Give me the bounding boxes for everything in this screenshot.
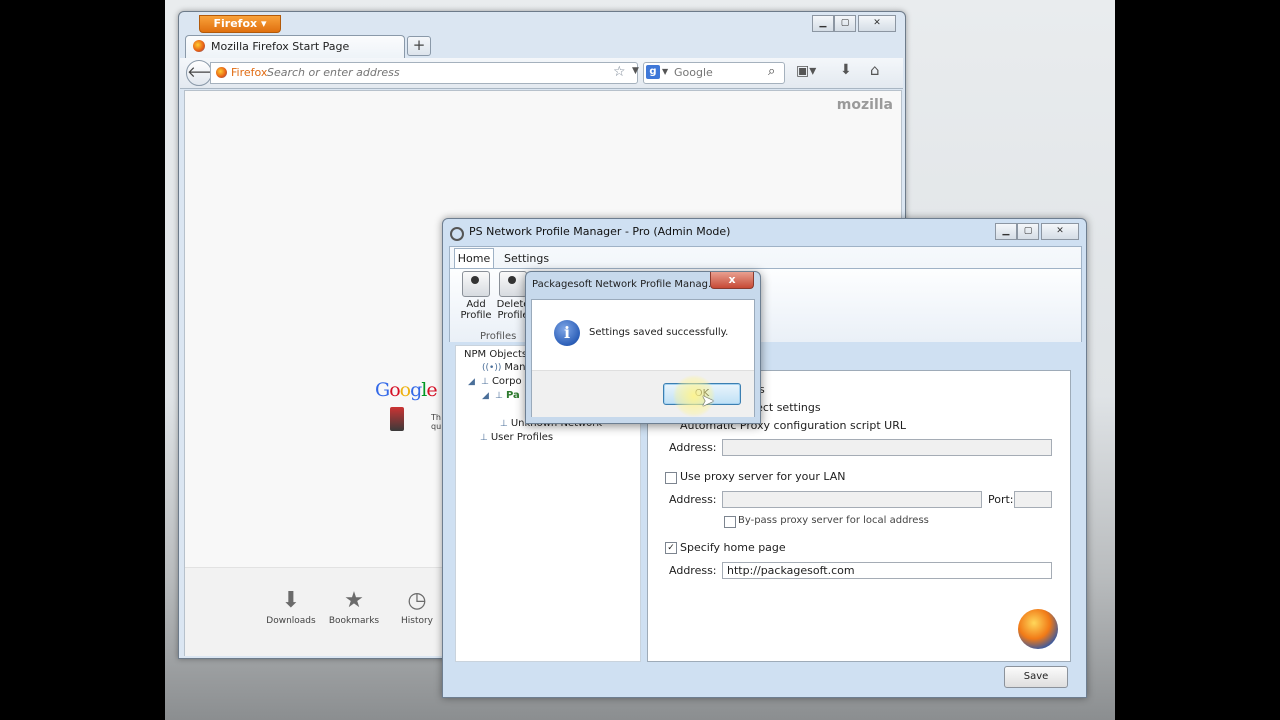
desktop: Firefox ▾ ▁ ▢ ✕ Mozilla Firefox Start Pa… — [165, 0, 1115, 720]
launcher-downloads[interactable]: ⬇ Downloads — [256, 588, 326, 626]
dialog-title: Packagesoft Network Profile Manag... — [532, 279, 712, 290]
message-dialog: Packagesoft Network Profile Manag... x i… — [525, 271, 761, 424]
use-proxy-label[interactable]: Use proxy server for your LAN — [680, 470, 846, 483]
mozilla-brand: mozilla — [836, 97, 893, 113]
script-address-label: Address: — [669, 441, 717, 454]
chevron-down-icon[interactable]: ▼ — [632, 66, 639, 76]
port-label: Port: — [988, 493, 1014, 506]
close-button[interactable]: ✕ — [1041, 223, 1079, 240]
tree-item-profile[interactable]: ◢ ⊥ Pa — [482, 390, 520, 401]
add-profile-label: Add Profile — [460, 299, 492, 321]
bypass-checkbox[interactable] — [724, 516, 736, 528]
home-icon[interactable]: ⌂ — [870, 61, 880, 79]
dialog-message: Settings saved successfully. — [589, 327, 729, 338]
launcher-bookmarks[interactable]: ★ Bookmarks — [319, 588, 389, 626]
ribbon-group-label: Profiles — [480, 331, 517, 342]
downloads-icon[interactable]: ⬇ — [840, 62, 852, 78]
firefox-icon — [193, 40, 205, 52]
network-icon: ⊥ — [481, 377, 489, 387]
tree-item-npm-objects[interactable]: NPM Objects — [464, 349, 527, 360]
address-input[interactable] — [267, 65, 577, 79]
google-logo: Google — [375, 379, 438, 401]
chevron-down-icon[interactable]: ▼ — [662, 67, 668, 76]
bookmarks-menu-icon[interactable]: ▣▾ — [796, 63, 816, 79]
snippet-text: Th qu — [431, 413, 442, 431]
identity-label[interactable]: Firefox — [231, 66, 267, 79]
dialog-body: i Settings saved successfully. OK — [531, 299, 755, 417]
network-icon: ⊥ — [495, 391, 503, 401]
minimize-button[interactable]: ▁ — [812, 15, 834, 32]
tree-item-corporate[interactable]: ◢ ⊥ Corpo — [468, 376, 522, 387]
navigation-toolbar: 🡐 Firefox ☆ ▼ ↻ g ▼ ⌕ ▣▾ ⬇ ⌂ — [180, 58, 903, 89]
app-icon — [450, 227, 464, 241]
delete-profile-icon — [499, 271, 527, 297]
chevron-down-icon: ◢ — [468, 377, 475, 387]
add-profile-icon — [462, 271, 490, 297]
bypass-label[interactable]: By-pass proxy server for local address — [738, 515, 929, 526]
dialog-close-button[interactable]: x — [710, 272, 754, 289]
info-icon: i — [554, 320, 580, 346]
network-icon: ⊥ — [500, 419, 508, 429]
wireless-icon: ((•)) — [482, 363, 502, 373]
tab-start-page[interactable]: Mozilla Firefox Start Page — [185, 35, 405, 58]
chevron-down-icon: ◢ — [482, 391, 489, 401]
proxy-address-field[interactable] — [722, 491, 982, 508]
bookmark-star-icon[interactable]: ☆ — [613, 64, 626, 80]
add-profile-button[interactable]: Add Profile — [456, 271, 496, 321]
tab-home[interactable]: Home — [454, 248, 494, 269]
tab-title: Mozilla Firefox Start Page — [211, 40, 350, 53]
google-icon[interactable]: g — [646, 65, 660, 79]
proxy-address-label: Address: — [669, 493, 717, 506]
snippet-image — [390, 407, 404, 431]
home-address-label: Address: — [669, 564, 717, 577]
dialog-footer: OK — [532, 370, 754, 417]
tree-item-user-profiles[interactable]: ⊥ User Profiles — [480, 432, 553, 443]
minimize-button[interactable]: ▁ — [995, 223, 1017, 240]
new-tab-button[interactable]: + — [407, 36, 431, 56]
window-title: PS Network Profile Manager - Pro (Admin … — [469, 225, 731, 238]
save-button[interactable]: Save — [1004, 666, 1068, 688]
user-icon: ⊥ — [480, 433, 488, 443]
ok-button[interactable]: OK — [663, 383, 741, 405]
firefox-menu-button[interactable]: Firefox ▾ — [199, 15, 281, 33]
search-input[interactable] — [674, 65, 764, 79]
tab-settings[interactable]: Settings — [504, 249, 549, 268]
close-button[interactable]: ✕ — [858, 15, 896, 32]
script-address-field[interactable] — [722, 439, 1052, 456]
home-address-field[interactable]: http://packagesoft.com — [722, 562, 1052, 579]
maximize-button[interactable]: ▢ — [1017, 223, 1039, 240]
back-button[interactable]: 🡐 — [186, 60, 227, 86]
firefox-logo — [1018, 609, 1058, 649]
specify-home-checkbox[interactable]: ✓ — [665, 542, 677, 554]
search-bar[interactable]: g ▼ ⌕ — [643, 62, 785, 84]
port-field[interactable] — [1014, 491, 1052, 508]
firefox-icon — [216, 67, 227, 78]
search-icon[interactable]: ⌕ — [768, 64, 775, 79]
download-icon: ⬇ — [281, 588, 301, 613]
star-icon: ★ — [344, 588, 364, 613]
use-proxy-checkbox[interactable] — [665, 472, 677, 484]
url-bar[interactable]: Firefox ☆ ▼ ↻ — [210, 62, 656, 84]
maximize-button[interactable]: ▢ — [834, 15, 856, 32]
specify-home-label[interactable]: Specify home page — [680, 541, 786, 554]
